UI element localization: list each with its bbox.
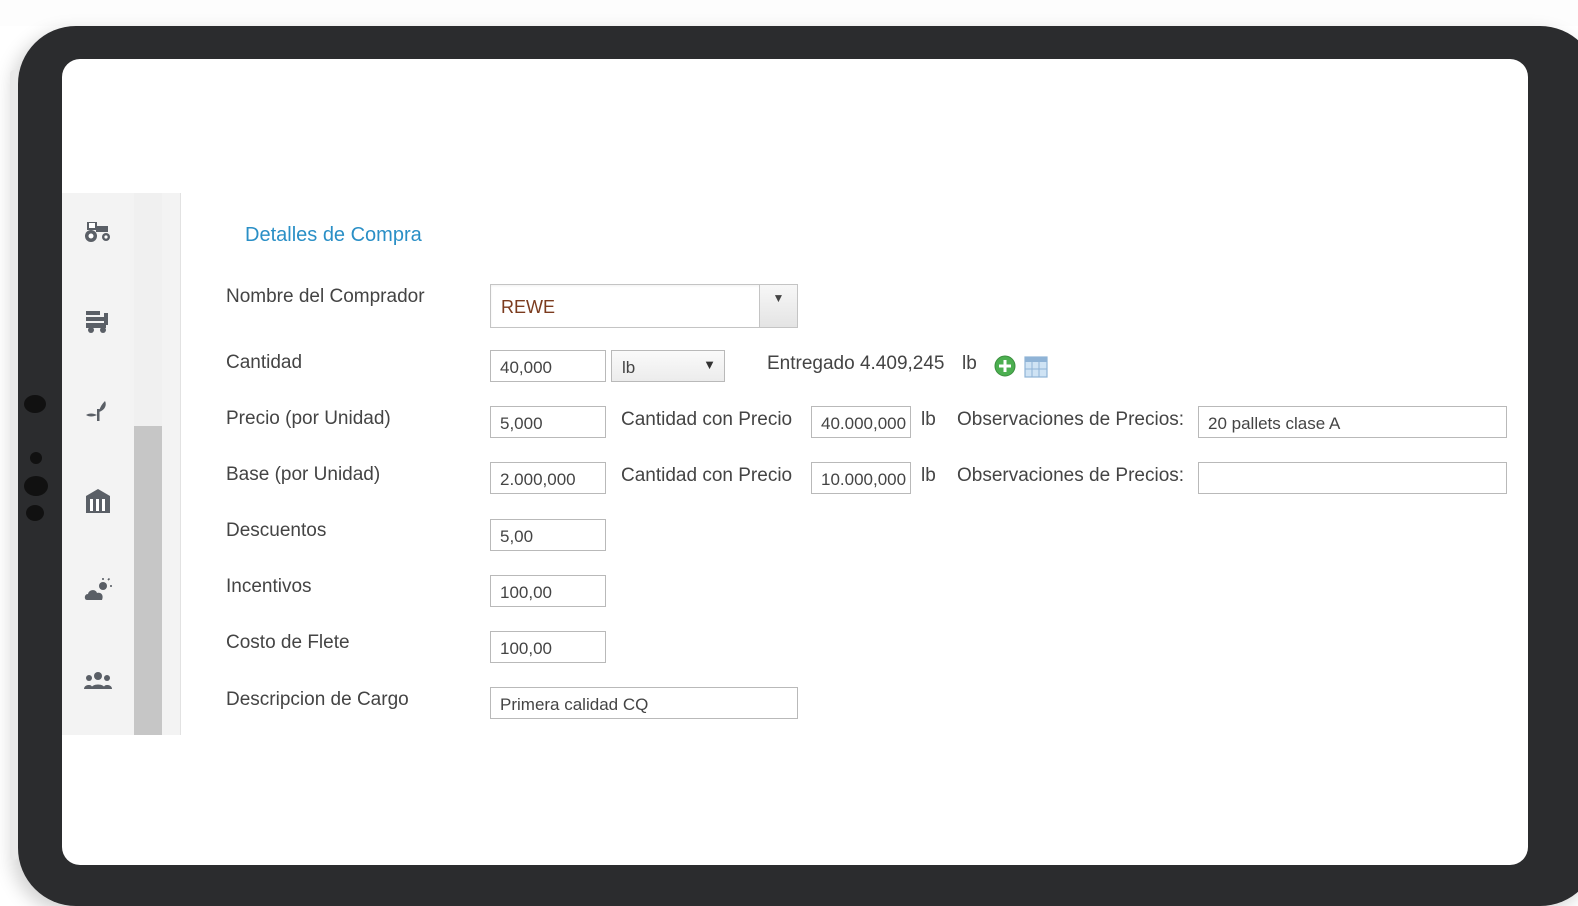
buyer-select[interactable]: REWE ▼ bbox=[490, 284, 798, 328]
unit-select[interactable]: lb ▼ bbox=[611, 350, 725, 382]
scrollbar-thumb[interactable] bbox=[134, 426, 162, 735]
seedling-icon[interactable] bbox=[82, 393, 114, 425]
base-qty-input[interactable]: 10.000,000 bbox=[811, 462, 911, 494]
caret-down-icon: ▼ bbox=[772, 291, 785, 305]
tractor-icon[interactable] bbox=[82, 215, 114, 247]
cargo-label: Descripcion de Cargo bbox=[226, 689, 409, 710]
incentives-label: Incentivos bbox=[226, 576, 312, 597]
tablet-button bbox=[24, 395, 46, 413]
discounts-label: Descuentos bbox=[226, 520, 327, 541]
add-icon[interactable] bbox=[994, 355, 1016, 377]
price-obs-input[interactable]: 20 pallets clase A bbox=[1198, 406, 1507, 438]
price-label: Precio (por Unidad) bbox=[226, 408, 391, 429]
incentives-input[interactable]: 100,00 bbox=[490, 575, 606, 607]
warehouse-icon[interactable] bbox=[82, 485, 114, 517]
table-icon[interactable] bbox=[1024, 356, 1048, 378]
quantity-input[interactable]: 40,000 bbox=[490, 350, 606, 382]
delivered-unit: lb bbox=[962, 353, 977, 374]
section-title: Detalles de Compra bbox=[245, 224, 422, 246]
cloud-sun-icon[interactable] bbox=[82, 575, 114, 607]
price-obs-label: Observaciones de Precios: bbox=[957, 409, 1185, 430]
unit-value: lb bbox=[622, 358, 636, 377]
base-qty-label: Cantidad con Precio bbox=[621, 465, 793, 486]
price-unit: lb bbox=[921, 409, 936, 430]
delivered-text: Entregado 4.409,245 bbox=[767, 353, 945, 374]
base-obs-label: Observaciones de Precios: bbox=[957, 465, 1185, 486]
base-label: Base (por Unidad) bbox=[226, 464, 381, 485]
buyer-label: Nombre del Comprador bbox=[226, 286, 425, 307]
caret-down-icon: ▼ bbox=[703, 357, 716, 372]
price-input[interactable]: 5,000 bbox=[490, 406, 606, 438]
tablet-screen: Detalles de Compra Nombre del Comprador … bbox=[62, 59, 1528, 865]
users-icon[interactable] bbox=[82, 665, 114, 697]
base-unit: lb bbox=[921, 465, 936, 486]
freight-label: Costo de Flete bbox=[226, 632, 350, 653]
sidebar bbox=[62, 193, 181, 735]
tablet-button bbox=[26, 505, 44, 521]
tablet-button bbox=[30, 452, 42, 464]
price-qty-label: Cantidad con Precio bbox=[621, 409, 793, 430]
tablet-edge bbox=[10, 70, 18, 860]
quantity-label: Cantidad bbox=[226, 352, 303, 373]
base-obs-input[interactable] bbox=[1198, 462, 1507, 494]
buyer-dropdown-button[interactable]: ▼ bbox=[759, 285, 797, 327]
price-qty-input[interactable]: 40.000,000 bbox=[811, 406, 911, 438]
freight-input[interactable]: 100,00 bbox=[490, 631, 606, 663]
buyer-value: REWE bbox=[501, 297, 555, 317]
tablet-button bbox=[24, 476, 48, 496]
background-band bbox=[0, 0, 1578, 26]
discounts-input[interactable]: 5,00 bbox=[490, 519, 606, 551]
truck-loading-icon[interactable] bbox=[82, 305, 114, 337]
cargo-input[interactable]: Primera calidad CQ bbox=[490, 687, 798, 719]
base-input[interactable]: 2.000,000 bbox=[490, 462, 606, 494]
